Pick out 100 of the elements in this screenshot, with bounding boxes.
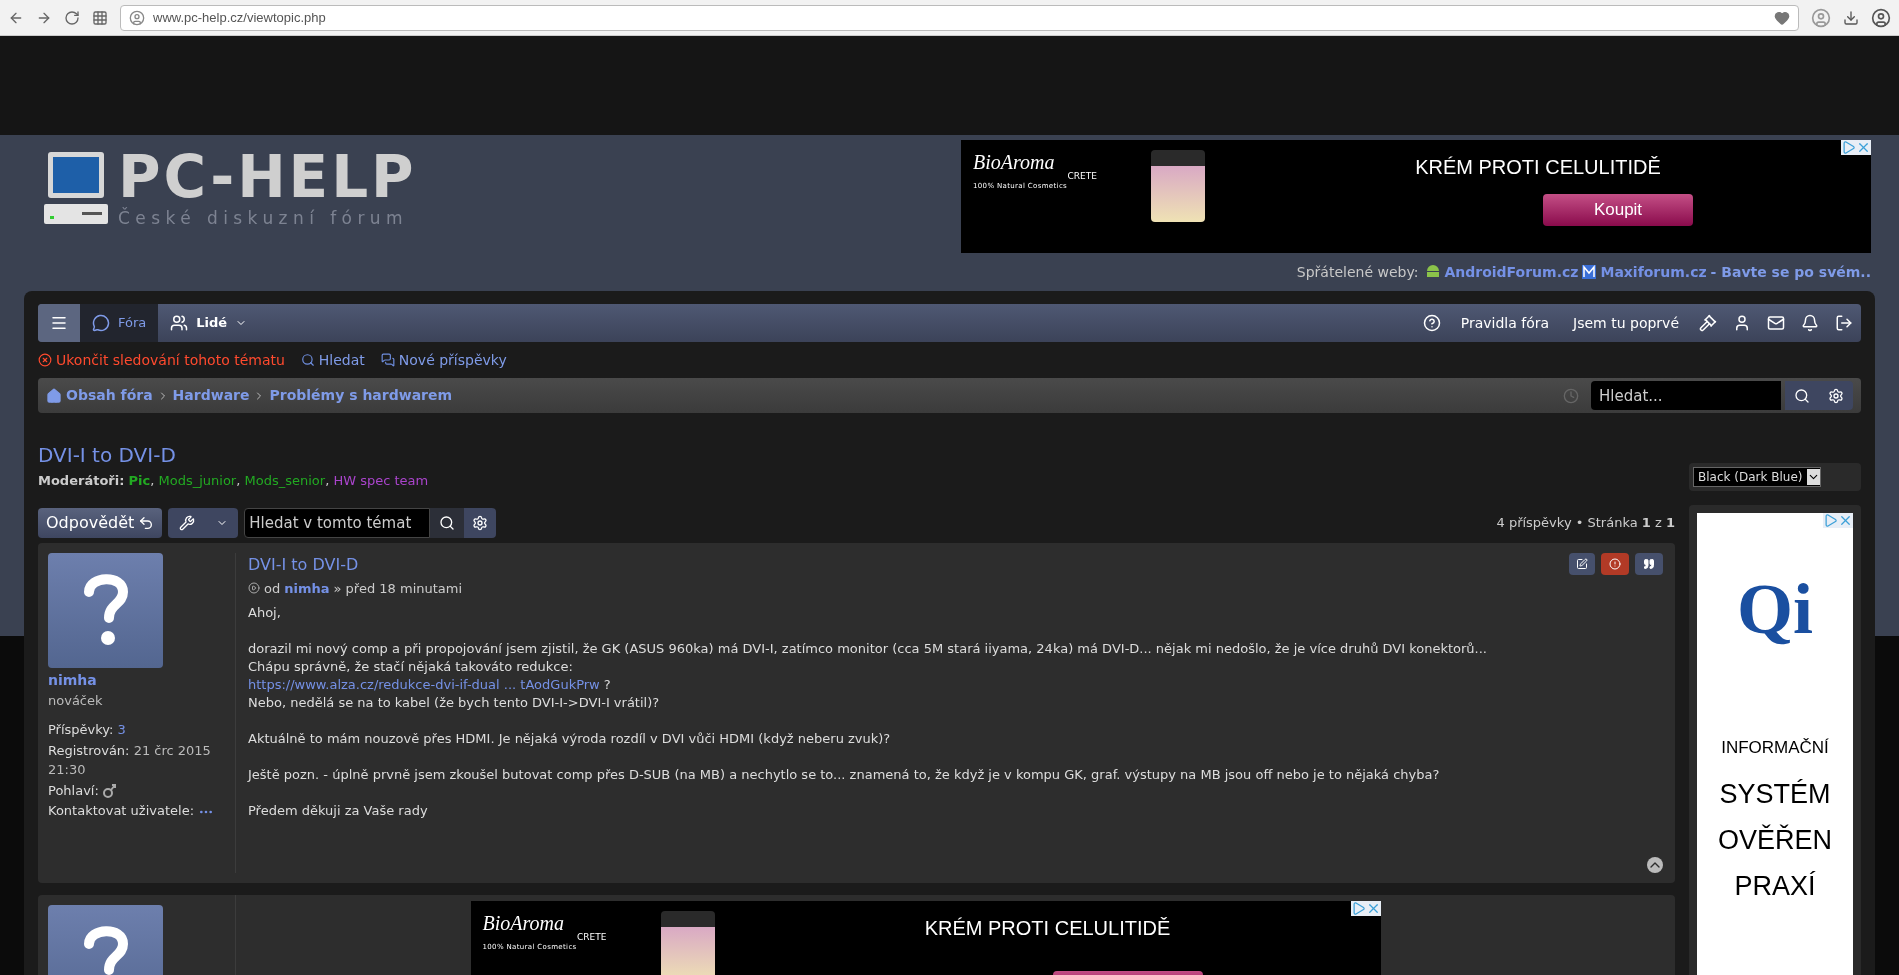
menu-button[interactable]: [38, 304, 80, 342]
search-field[interactable]: Hledat...: [1591, 381, 1781, 410]
friendly-site-link[interactable]: - Bavte se po svém..: [1710, 261, 1871, 283]
buy-button[interactable]: Koupit: [1543, 194, 1693, 226]
help-icon[interactable]: [1422, 314, 1441, 332]
quote-button[interactable]: [1635, 552, 1663, 575]
post-meta-prefix: od: [264, 579, 281, 598]
post-count-link[interactable]: 3: [117, 722, 126, 737]
post-time: » před 18 minutami: [333, 579, 463, 598]
url-text: www.pc-help.cz/viewtopic.php: [153, 8, 327, 27]
quick-link[interactable]: Ukončit sledování tohoto tématu: [38, 349, 285, 371]
jar-photo-placeholder: [660, 910, 715, 975]
settings-icon: [472, 514, 489, 531]
search-icon: [300, 353, 315, 367]
extension-icon[interactable]: [1811, 7, 1831, 28]
breadcrumb-link[interactable]: Obsah fóra: [66, 385, 153, 406]
post-text: Aktuálně to mám nouzově přes HDMI. Je nějaká výroda rozdíl v DVI vůči HDMI (když neberu zvuk)?: [248, 730, 892, 748]
ad-logo: Qi: [1737, 573, 1813, 645]
search-button[interactable]: [430, 507, 465, 538]
moderators-line: Moderátoři: Pic, Mods_junior, Mods_senior, HW spec team: [38, 472, 430, 490]
profile-field-text: Registrován: 21 črc 2015 21:30: [48, 741, 212, 779]
post-text: ?: [603, 676, 611, 694]
adchoices-icon[interactable]: [1350, 900, 1366, 916]
ad-brand-logo: BioAroma: [482, 912, 565, 933]
edit-icon: [1576, 557, 1588, 570]
ad-brand-logo: BioAroma: [973, 152, 1056, 172]
nav-link[interactable]: Pravidla fóra: [1448, 312, 1562, 334]
reply-button[interactable]: Odpovědět: [38, 507, 163, 538]
post-text: Chápu správně, že stačí nějaká takováto redukce:: [248, 658, 574, 676]
heart-icon[interactable]: [1774, 9, 1790, 26]
site-info-icon[interactable]: [129, 9, 145, 26]
post-title[interactable]: DVI-I to DVI-D: [248, 552, 359, 577]
nav-tab[interactable]: Fóra: [80, 304, 159, 342]
moderator-link[interactable]: Mods_junior: [158, 473, 237, 488]
logout-icon[interactable]: [1835, 314, 1853, 332]
apps-icon[interactable]: [92, 9, 108, 26]
settings-button[interactable]: [1819, 381, 1853, 410]
gavel-icon[interactable]: [1699, 314, 1717, 332]
maxiforum-icon: [1582, 265, 1597, 279]
friendly-site-link[interactable]: Maxiforum.cz: [1600, 261, 1707, 283]
quick-link[interactable]: Nové příspěvky: [380, 349, 507, 371]
gender-icon: [102, 783, 117, 799]
jar-photo-placeholder: [1151, 150, 1205, 222]
friendly-sites-label: Spřátelené weby:: [1296, 262, 1419, 282]
author-link[interactable]: nimha: [284, 578, 330, 598]
reload-icon[interactable]: [64, 9, 80, 26]
home-icon[interactable]: [46, 387, 62, 404]
users-icon: [170, 314, 189, 332]
nav-tab[interactable]: Lidé: [158, 304, 260, 342]
edit-button[interactable]: [1569, 552, 1595, 575]
profile-field-label: Příspěvky:: [48, 722, 114, 737]
envelope-icon[interactable]: [1767, 314, 1785, 332]
search-button[interactable]: [1785, 381, 1819, 410]
moderator-link[interactable]: HW spec team: [333, 473, 429, 488]
report-button[interactable]: [1601, 552, 1629, 575]
close-circle-icon: [38, 353, 52, 367]
nav-link[interactable]: Jsem tu poprvé: [1561, 312, 1691, 334]
profile-icon[interactable]: [1871, 7, 1891, 28]
search-icon: [439, 514, 456, 531]
tools-dropdown-button[interactable]: [168, 507, 239, 538]
profile-field-label: Pohlaví:: [48, 782, 99, 798]
ad-text: OVĚŘEN: [1718, 823, 1832, 857]
user-icon[interactable]: [1733, 314, 1751, 332]
topic-search-field[interactable]: Hledat v tomto témat: [244, 507, 431, 538]
reply-arrow-icon: [138, 514, 155, 531]
back-to-top-icon[interactable]: [1647, 856, 1663, 873]
download-icon[interactable]: [1843, 9, 1859, 26]
topic-title[interactable]: DVI-I to DVI-D: [38, 441, 1675, 469]
menu-icon: [50, 314, 68, 332]
separator-comma: ,: [236, 473, 241, 488]
breadcrumb-link[interactable]: Hardware: [172, 385, 250, 406]
settings-button[interactable]: [464, 507, 497, 538]
quick-link[interactable]: Hledat: [300, 349, 365, 371]
ad-brand-region: CRETE: [1067, 172, 1097, 181]
separator-comma: ,: [325, 473, 330, 488]
post-text: dorazil mi nový comp a při propojování jsem zjistil, že GK (ASUS 960ka) má DVI-I, zatímco monitor (cca 5M stará iiyama, 24ka) má DVI-D... nějak mi nedošlo, že je více druhů DVI konektorů...: [248, 640, 1488, 658]
logo-subtitle: České diskuzní fórum: [118, 206, 410, 231]
speech-bubble-icon: [92, 314, 110, 332]
moderator-link[interactable]: Mods_senior: [244, 473, 326, 488]
ad-text: INFORMAČNÍ: [1721, 737, 1829, 759]
separator-comma: ,: [150, 473, 155, 488]
username-link[interactable]: nimha: [48, 669, 225, 691]
android-icon: [1426, 264, 1441, 280]
ad-brand-region: CRETE: [577, 932, 607, 942]
post-text: Ahoj,: [248, 604, 282, 622]
pagination-text: 4 příspěvky • Stránka 1 z 1: [1496, 513, 1675, 532]
style-select[interactable]: Black (Dark Blue): [1693, 467, 1821, 487]
bell-icon[interactable]: [1801, 314, 1819, 332]
clock-icon: [1563, 387, 1579, 404]
breadcrumb-link[interactable]: Problémy s hardwarem: [269, 385, 453, 406]
speech-bubbles-icon: [380, 353, 395, 367]
logo-title: PC-HELP: [118, 148, 417, 207]
post-text: Nebo, nedělá se na to kabel (že bych tento DVI-I->DVI-I vrátil)?: [248, 694, 661, 712]
post-link[interactable]: https://www.alza.cz/redukce-dvi-if-dual ... tAodGukPrw: [248, 676, 600, 694]
post-text: Předem děkuji za Vaše rady: [248, 802, 429, 820]
post-text: Ještě pozn. - úplně prvně jsem zkoušel butovat comp přes D-SUB (na MB) a nechytlo se to... znamená to, že když je v kompu GK, graf. výstupy na MB jsou off nebo je to nějaká chyba?: [248, 766, 1441, 784]
ad-headline: KRÉM PROTI CELULITIDĚ: [924, 915, 1171, 941]
address-bar[interactable]: www.pc-help.cz/viewtopic.php: [120, 4, 1799, 31]
search-icon: [1794, 387, 1810, 404]
friendly-site-link[interactable]: AndroidForum.cz: [1444, 261, 1579, 283]
